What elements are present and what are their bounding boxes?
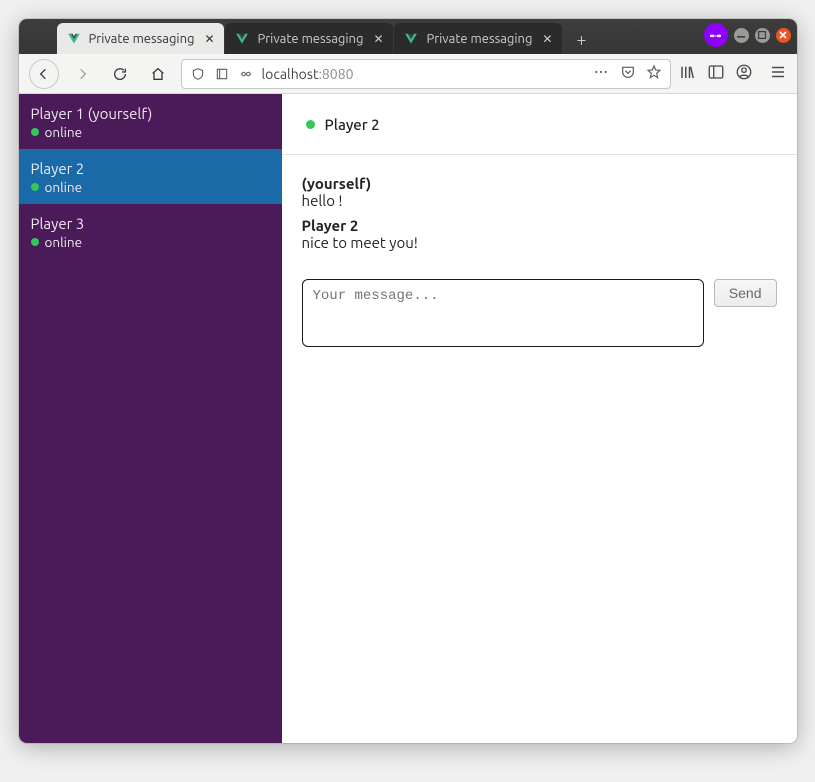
- online-dot-icon: [31, 238, 39, 246]
- message-sender: Player 2: [302, 217, 777, 234]
- incognito-icon: [704, 23, 728, 47]
- sidebar-item-name: Player 3: [31, 214, 270, 234]
- browser-window: Private messaging ✕ Private messaging ✕ …: [19, 19, 797, 743]
- vue-icon: [67, 32, 81, 46]
- shield-icon: [190, 66, 206, 82]
- new-tab-button[interactable]: +: [567, 26, 595, 54]
- minimize-button[interactable]: [734, 28, 749, 43]
- sidebar-icon[interactable]: [707, 63, 725, 85]
- messages-list: (yourself) hello ! Player 2 nice to meet…: [282, 155, 797, 279]
- users-sidebar: Player 1 (yourself) online Player 2 onli…: [19, 94, 282, 743]
- titlebar-controls: [704, 23, 791, 47]
- tab-0[interactable]: Private messaging ✕: [57, 23, 225, 54]
- page-actions-icon[interactable]: [592, 64, 610, 83]
- status-text: online: [45, 124, 83, 142]
- sidebar-item-name: Player 2: [31, 159, 270, 179]
- chat-header-name: Player 2: [325, 116, 380, 133]
- status-text: online: [45, 179, 83, 197]
- chat-panel: Player 2 (yourself) hello ! Player 2 nic…: [282, 94, 797, 743]
- site-info-icon[interactable]: [214, 66, 230, 82]
- tab-label: Private messaging: [426, 32, 532, 46]
- browser-toolbar: localhost:8080: [19, 54, 797, 94]
- close-icon[interactable]: ✕: [371, 32, 385, 46]
- menu-icon[interactable]: [763, 63, 787, 85]
- back-button[interactable]: [29, 59, 59, 89]
- account-icon[interactable]: [735, 63, 753, 85]
- permissions-icon[interactable]: [238, 66, 254, 82]
- bookmark-icon[interactable]: [646, 64, 662, 83]
- toolbar-right: [679, 63, 787, 85]
- close-icon[interactable]: ✕: [540, 32, 554, 46]
- forward-button[interactable]: [67, 59, 97, 89]
- sidebar-item-player-2[interactable]: Player 2 online: [19, 149, 282, 204]
- maximize-button[interactable]: [755, 28, 770, 43]
- sidebar-item-player-3[interactable]: Player 3 online: [19, 204, 282, 259]
- online-dot-icon: [31, 183, 39, 191]
- vue-icon: [404, 32, 418, 46]
- sidebar-item-status: online: [31, 179, 270, 197]
- pocket-icon[interactable]: [620, 64, 636, 83]
- address-bar-actions: [592, 64, 662, 83]
- message-item: (yourself) hello !: [302, 175, 777, 209]
- tab-2[interactable]: Private messaging ✕: [394, 23, 562, 54]
- online-dot-icon: [31, 128, 39, 136]
- vue-icon: [235, 32, 249, 46]
- reload-button[interactable]: [105, 59, 135, 89]
- message-text: nice to meet you!: [302, 234, 777, 251]
- composer: Send: [282, 279, 797, 367]
- sidebar-item-status: online: [31, 124, 270, 142]
- close-icon[interactable]: ✕: [202, 32, 216, 46]
- library-icon[interactable]: [679, 63, 697, 85]
- message-text: hello !: [302, 192, 777, 209]
- sidebar-item-status: online: [31, 234, 270, 252]
- window-close-button[interactable]: [776, 28, 791, 43]
- message-sender: (yourself): [302, 175, 777, 192]
- online-dot-icon: [306, 120, 315, 129]
- chat-header: Player 2: [282, 94, 797, 155]
- page-content: Player 1 (yourself) online Player 2 onli…: [19, 94, 797, 743]
- message-input[interactable]: [302, 279, 704, 347]
- status-text: online: [45, 234, 83, 252]
- url-text: localhost:8080: [262, 66, 584, 82]
- titlebar: Private messaging ✕ Private messaging ✕ …: [19, 19, 797, 54]
- tab-label: Private messaging: [257, 32, 363, 46]
- message-item: Player 2 nice to meet you!: [302, 217, 777, 251]
- address-bar[interactable]: localhost:8080: [181, 59, 671, 89]
- send-button[interactable]: Send: [714, 279, 777, 307]
- home-button[interactable]: [143, 59, 173, 89]
- url-host: localhost: [262, 66, 319, 82]
- url-port: :8080: [318, 66, 353, 82]
- tab-1[interactable]: Private messaging ✕: [225, 23, 393, 54]
- tab-label: Private messaging: [89, 32, 195, 46]
- sidebar-item-name: Player 1 (yourself): [31, 104, 270, 124]
- sidebar-item-player-1[interactable]: Player 1 (yourself) online: [19, 94, 282, 149]
